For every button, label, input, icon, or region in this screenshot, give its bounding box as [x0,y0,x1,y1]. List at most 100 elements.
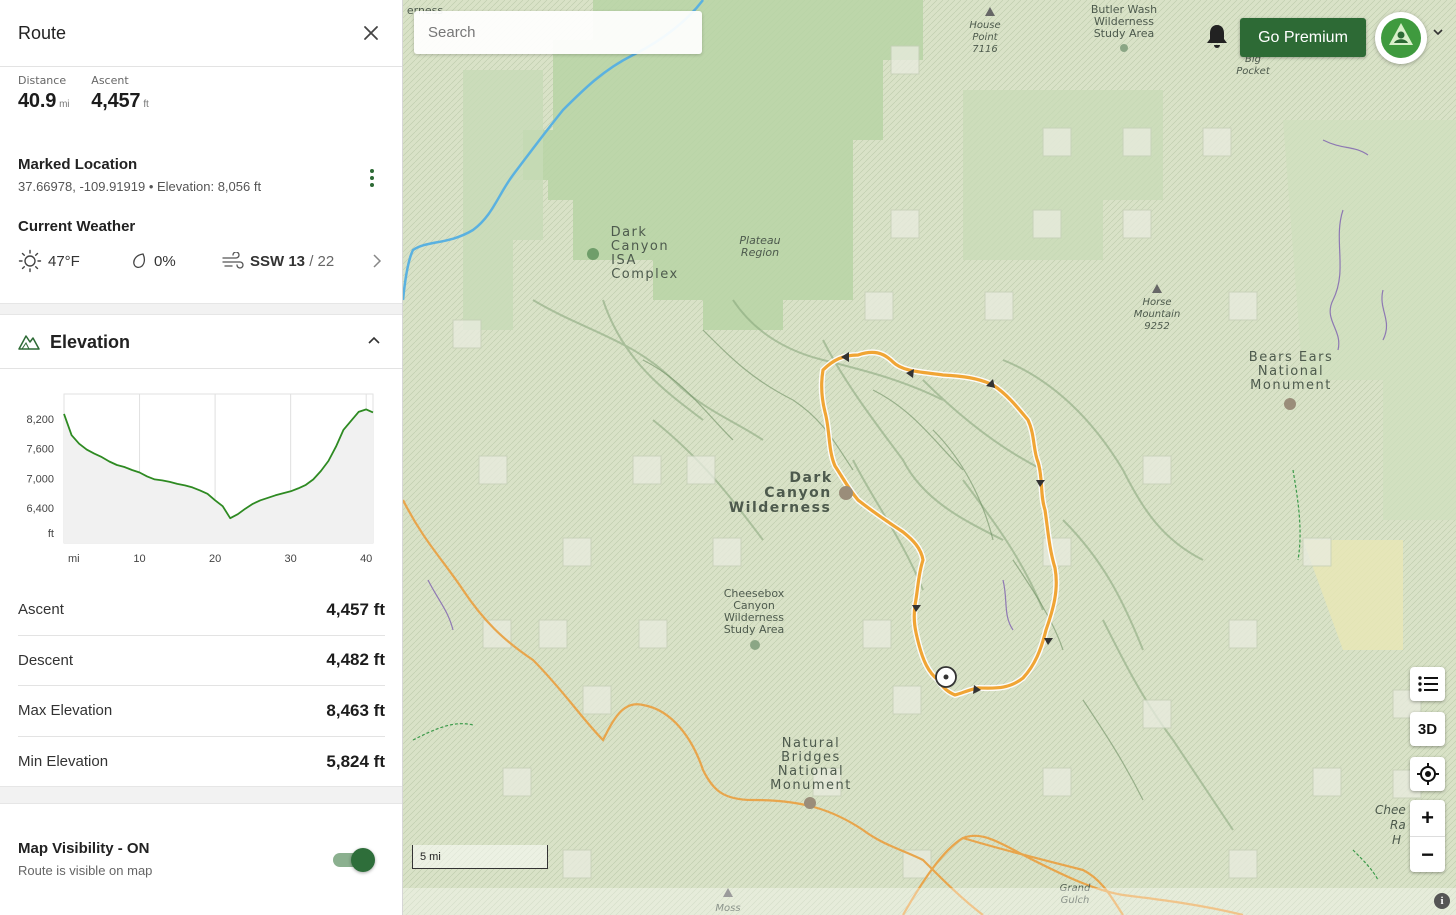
label-butler-wash-3: Study Area [1094,27,1155,40]
map-view[interactable]: Dark Canyon ISA Complex Dark Canyon Wild… [403,0,1456,915]
x-tick-label: 10 [133,553,145,565]
y-tick-label: 8,200 [26,414,54,426]
elevation-chart[interactable]: 10 20 30 40 6,400 7,000 7,600 8,200 ft mi [0,378,403,573]
scale-bar: 5 mi [412,845,548,869]
weather-row[interactable]: 47°F 0% SSW 13 / 22 [18,249,384,273]
label-dark-canyon-isa-2: Canyon [611,239,669,254]
x-axis-unit: mi [68,553,80,565]
ascent-row-value: 4,457 ft [326,599,385,619]
wind-gust: 22 [317,252,335,270]
precipitation: 0% [130,252,222,270]
label-natural-bridges-4: Monument [770,778,852,793]
current-weather: Current Weather 47°F 0% SSW 13 / 22 [18,218,384,273]
label-bears-ears-1: Bears Ears [1249,350,1333,365]
zoom-in-button[interactable]: + [1410,800,1445,836]
route-panel: Route Distance 40.9 mi Ascent 4,457 ft Mar… [0,0,403,915]
y-tick-label: 6,400 [26,503,54,515]
label-dark-canyon-w-2: Canyon [764,485,831,501]
locate-button[interactable] [1410,757,1445,791]
label-cheese-right-1: Chee [1375,803,1406,817]
more-options-icon[interactable] [368,167,376,189]
ascent-label: Ascent [91,74,129,87]
elevation-header[interactable]: Elevation [0,315,402,369]
wind-direction-speed: SSW 13 [250,252,306,270]
close-icon[interactable] [360,22,382,44]
y-axis-unit: ft [48,528,54,540]
list-icon [1417,676,1438,692]
panel-title: Route [18,23,67,43]
ascent-unit: ft [143,99,149,110]
weather-title: Current Weather [18,218,136,235]
table-row: Min Elevation 5,824 ft [18,737,385,788]
zoom-controls: + − [1410,800,1445,872]
avatar[interactable] [1375,12,1427,64]
zoom-out-button[interactable]: − [1410,836,1445,872]
table-row: Descent 4,482 ft [18,636,385,686]
search-input[interactable] [414,11,702,54]
topo-map[interactable]: Dark Canyon ISA Complex Dark Canyon Wild… [403,0,1456,915]
map-visibility-subtitle: Route is visible on map [18,863,153,878]
gaia-logo-icon [1381,18,1421,58]
bell-icon[interactable] [1204,22,1230,50]
panel-header: Route [0,0,402,67]
ascent-stat: Ascent 4,457 ft [91,74,148,113]
label-horse-mtn-3: 9252 [1144,321,1169,332]
x-tick-label: 40 [360,553,372,565]
label-dark-canyon-w-1: Dark [789,470,832,486]
y-tick-label: 7,000 [26,473,54,485]
marked-location-title: Marked Location [18,156,138,173]
label-plateau-2: Region [741,246,779,259]
label-cheese-right-3: H [1392,833,1401,847]
chevron-down-icon[interactable] [1431,26,1445,38]
route-stats: Distance 40.9 mi Ascent 4,457 ft [18,74,149,113]
label-dark-canyon-isa-3: ISA [611,253,637,268]
layers-list-button[interactable] [1410,667,1445,701]
table-row: Max Elevation 8,463 ft [18,686,385,737]
raindrop-icon [133,253,146,269]
sun-icon [18,249,42,273]
map-visibility-title: Map Visibility - ON [18,840,150,857]
search-box[interactable] [414,11,702,54]
crosshair-icon [1416,763,1439,785]
section-divider [0,303,402,315]
ascent-row-label: Ascent [18,601,64,619]
max-elevation-value: 8,463 ft [326,700,385,720]
distance-value: 40.9 [18,90,57,112]
chevron-up-icon[interactable] [367,333,381,347]
distance-label: Distance [18,74,67,87]
label-natural-bridges-3: National [778,764,844,779]
label-house-point-1: House [969,20,1000,31]
marked-location-pin [935,666,957,688]
label-natural-bridges-2: Bridges [781,750,841,765]
distance-stat: Distance 40.9 mi [18,74,70,113]
descent-row-value: 4,482 ft [326,650,385,670]
go-premium-button[interactable]: Go Premium [1240,18,1366,57]
attribution-bar [403,888,1456,915]
toggle-knob [351,848,375,872]
wind: SSW 13 / 22 [222,252,334,270]
map-visibility-toggle[interactable] [333,848,375,872]
x-tick-label: 20 [209,553,221,565]
marked-location: Marked Location 37.66978, -109.91919 • E… [18,156,384,194]
label-dark-canyon-w-3: Wilderness [729,500,832,516]
y-tick-label: 7,600 [26,444,54,456]
min-elevation-label: Min Elevation [18,753,109,771]
elevation-stats-table: Ascent 4,457 ft Descent 4,482 ft Max Eleva… [18,585,385,787]
ascent-value: 4,457 [91,90,141,112]
label-dark-canyon-isa-4: Complex [611,267,679,282]
chevron-right-icon[interactable] [370,252,384,270]
elevation-title: Elevation [50,332,131,352]
label-cheese-right-2: Ra [1390,818,1406,832]
label-cheesebox-4: Study Area [724,623,785,636]
table-row: Ascent 4,457 ft [18,585,385,636]
3d-button[interactable]: 3D [1410,712,1445,746]
wind-separator: / [309,252,314,270]
descent-row-label: Descent [18,651,74,669]
precipitation-value: 0% [154,252,176,270]
info-icon[interactable]: i [1434,893,1450,909]
label-natural-bridges-1: Natural [782,736,840,751]
label-big-pocket-2: Pocket [1236,66,1271,77]
label-bears-ears-3: Monument [1250,378,1332,393]
x-tick-label: 30 [285,553,297,565]
label-house-point-2: Point [972,32,998,43]
